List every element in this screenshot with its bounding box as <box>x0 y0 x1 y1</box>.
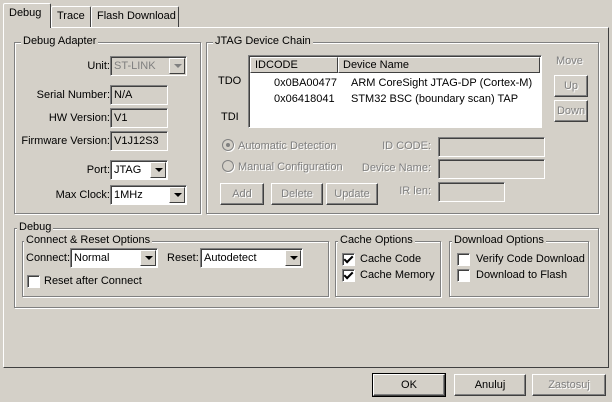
unit-select[interactable]: ST-LINK <box>110 56 187 76</box>
unit-dropdown-icon[interactable] <box>169 58 185 74</box>
apply-label: Zastosuj <box>548 379 590 391</box>
debug-adapter-group: Debug Adapter Unit: ST-LINK Serial Numbe… <box>14 35 201 214</box>
cache-memory-checkbox[interactable] <box>342 269 355 282</box>
download-to-flash-label: Download to Flash <box>476 269 568 281</box>
manual-configuration-label: Manual Configuration <box>238 161 343 173</box>
automatic-detection-label: Automatic Detection <box>238 140 337 152</box>
debug-title: Debug <box>17 221 54 233</box>
connect-reset-title: Connect & Reset Options <box>24 234 153 246</box>
tab-flash-download[interactable]: Flash Download <box>91 6 179 27</box>
reset-after-connect-checkbox[interactable] <box>27 275 40 288</box>
apply-button[interactable]: Zastosuj <box>532 374 606 396</box>
cache-code-label: Cache Code <box>360 253 422 265</box>
id-code-label: ID CODE: <box>382 140 431 152</box>
move-up-button[interactable]: Up <box>554 75 588 97</box>
row-idcode: 0x06418041 <box>274 93 335 105</box>
max-clock-label: Max Clock: <box>55 189 110 201</box>
cache-options-group: Cache Options Cache Code Cache Memory <box>335 234 441 297</box>
tab-debug[interactable]: Debug <box>3 3 51 28</box>
serial-number-label: Serial Number: <box>36 89 110 101</box>
delete-button[interactable]: Delete <box>271 183 323 205</box>
cache-options-title: Cache Options <box>338 234 415 246</box>
max-clock-dropdown-icon[interactable] <box>169 187 185 203</box>
row-device-name: STM32 BSC (boundary scan) TAP <box>351 93 519 105</box>
move-down-button[interactable]: Down <box>554 100 588 122</box>
connect-label: Connect: <box>26 252 71 264</box>
port-value: JTAG <box>114 164 142 176</box>
debug-adapter-title: Debug Adapter <box>21 35 99 47</box>
max-clock-select[interactable]: 1MHz <box>110 185 187 205</box>
connect-value: Normal <box>74 252 110 264</box>
reset-dropdown-icon[interactable] <box>285 250 301 266</box>
reset-after-connect-label: Reset after Connect <box>44 275 142 287</box>
row-device-name: ARM CoreSight JTAG-DP (Cortex-M) <box>351 77 533 89</box>
add-button[interactable]: Add <box>220 183 264 205</box>
unit-value: ST-LINK <box>114 60 156 72</box>
cancel-button[interactable]: Anuluj <box>454 374 526 396</box>
hw-version-field: V1 <box>110 108 168 128</box>
cancel-label: Anuluj <box>474 379 506 391</box>
firmware-version-field: V1J12S3 <box>110 131 168 151</box>
idcode-column-header[interactable]: IDCODE <box>250 57 338 73</box>
download-options-title: Download Options <box>452 234 546 246</box>
jtag-device-list[interactable]: IDCODE Device Name 0x0BA00477 ARM CoreSi… <box>248 55 542 128</box>
jtag-device-chain-title: JTAG Device Chain <box>213 35 313 47</box>
tab-trace[interactable]: Trace <box>51 6 91 27</box>
table-row[interactable]: 0x06418041 STM32 BSC (boundary scan) TAP <box>249 92 539 107</box>
hw-version-label: HW Version: <box>48 112 110 124</box>
reset-value: Autodetect <box>204 252 257 264</box>
reset-label: Reset: <box>167 252 199 264</box>
move-down-label: Down <box>556 105 586 117</box>
tdo-label: TDO <box>218 75 242 87</box>
port-label: Port: <box>86 164 110 176</box>
port-select[interactable]: JTAG <box>110 160 168 180</box>
serial-number-value: N/A <box>114 89 133 101</box>
ir-len-label: IR len: <box>399 185 431 197</box>
max-clock-value: 1MHz <box>114 189 143 201</box>
firmware-version-value: V1J12S3 <box>114 135 159 147</box>
device-name-column-label: Device Name <box>343 59 410 71</box>
update-label: Update <box>334 188 370 200</box>
cache-memory-label: Cache Memory <box>360 269 435 281</box>
tdi-label: TDI <box>221 111 239 123</box>
debug-group: Debug Connect & Reset Options Connect: N… <box>14 221 599 308</box>
automatic-detection-radio[interactable] <box>222 139 234 151</box>
port-dropdown-icon[interactable] <box>150 162 166 178</box>
tab-trace-label: Trace <box>57 10 85 22</box>
jtag-device-chain-group: JTAG Device Chain TDO TDI IDCODE Device … <box>206 35 599 214</box>
device-name-column-header[interactable]: Device Name <box>338 57 540 73</box>
connect-dropdown-icon[interactable] <box>140 250 156 266</box>
idcode-column-label: IDCODE <box>255 59 298 71</box>
verify-code-download-checkbox[interactable] <box>457 253 470 266</box>
serial-number-field: N/A <box>110 85 168 105</box>
ok-button[interactable]: OK <box>372 373 446 397</box>
download-to-flash-checkbox[interactable] <box>457 269 470 282</box>
device-name-label: Device Name: <box>361 162 431 174</box>
row-idcode: 0x0BA00477 <box>274 77 337 89</box>
manual-configuration-radio[interactable] <box>222 160 234 172</box>
device-name-input[interactable] <box>438 159 545 179</box>
ok-label: OK <box>401 379 417 391</box>
move-label: Move <box>556 55 583 67</box>
tab-debug-label: Debug <box>9 7 42 19</box>
add-label: Add <box>232 188 252 200</box>
unit-label: Unit: <box>87 60 110 72</box>
tab-flash-download-label: Flash Download <box>97 10 176 22</box>
update-button[interactable]: Update <box>326 183 378 205</box>
download-options-group: Download Options Verify Code Download Do… <box>449 234 589 297</box>
verify-code-download-label: Verify Code Download <box>476 253 585 265</box>
table-row[interactable]: 0x0BA00477 ARM CoreSight JTAG-DP (Cortex… <box>249 76 539 91</box>
connect-reset-group: Connect & Reset Options Connect: Normal … <box>22 234 329 297</box>
connect-select[interactable]: Normal <box>70 248 158 268</box>
reset-select[interactable]: Autodetect <box>200 248 303 268</box>
firmware-version-label: Firmware Version: <box>21 135 110 147</box>
cache-code-checkbox[interactable] <box>342 253 355 266</box>
debug-tab-panel: Debug Adapter Unit: ST-LINK Serial Numbe… <box>3 27 609 368</box>
id-code-input[interactable] <box>438 137 545 157</box>
hw-version-value: V1 <box>114 112 128 124</box>
ir-len-input[interactable] <box>438 182 505 202</box>
delete-label: Delete <box>281 188 313 200</box>
move-up-label: Up <box>563 80 579 92</box>
